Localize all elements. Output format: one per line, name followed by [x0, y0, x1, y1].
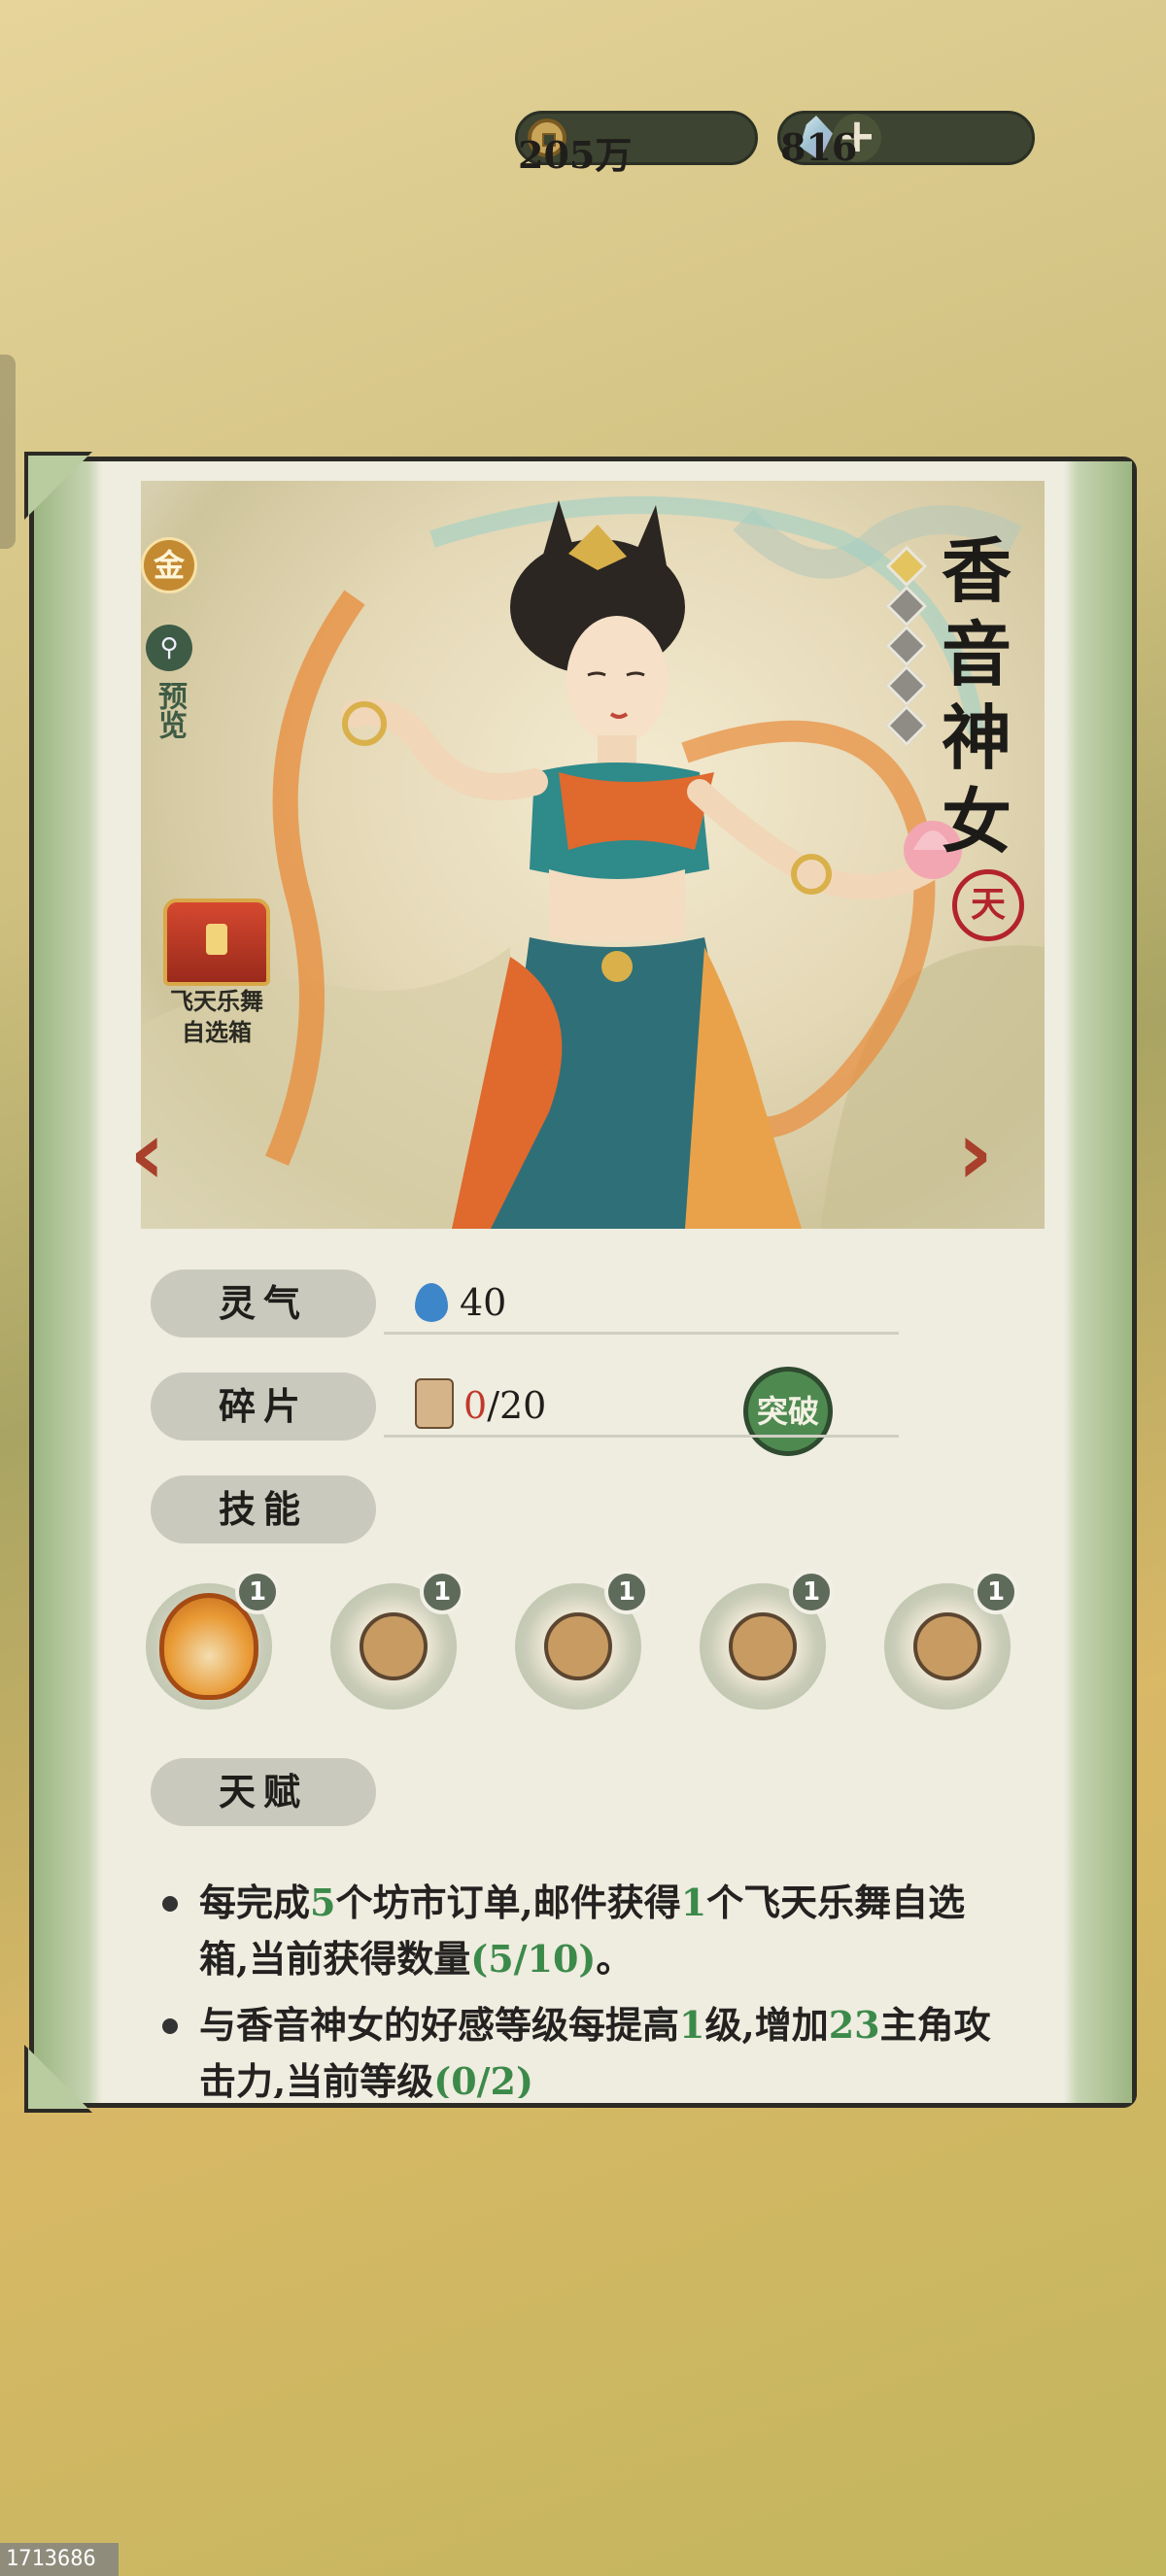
chest-icon — [163, 898, 270, 986]
star-rating — [885, 541, 928, 751]
skill-slot[interactable]: 1 — [884, 1570, 1018, 1710]
star-icon — [885, 704, 928, 747]
skill-slot[interactable]: 1 — [330, 1570, 464, 1710]
gem-amount: 816 — [780, 125, 858, 169]
skill-cat-icon — [913, 1612, 981, 1680]
star-icon — [885, 664, 928, 707]
preview-label: 预览 — [153, 681, 187, 739]
star-icon — [885, 625, 928, 667]
skill-slot[interactable]: 1 — [700, 1570, 834, 1710]
next-character-arrow[interactable]: › — [957, 1102, 993, 1204]
skill-basket-icon — [544, 1612, 612, 1680]
skill-bun-icon — [729, 1612, 797, 1680]
breakthrough-button[interactable]: 突破 — [743, 1367, 833, 1456]
talent-text: 每完成 — [199, 1881, 311, 1924]
row-divider — [384, 1435, 899, 1438]
talent-number: 1 — [679, 2003, 705, 2047]
talent-text: 个坊市订单,邮件获得 — [335, 1881, 681, 1924]
magnifier-icon: ⚲ — [146, 625, 192, 671]
talent-number: (5/10) — [470, 1937, 597, 1981]
skill-level-badge: 1 — [604, 1570, 649, 1614]
selection-chest-button[interactable]: 飞天乐舞 自选箱 — [139, 898, 294, 1048]
skill-slot[interactable]: 1 — [146, 1570, 280, 1710]
fragment-current: 0 — [463, 1384, 488, 1427]
talent-paragraph: 与香音神女的好感等级每提高1级,增加23主角攻击力,当前等级(0/2) — [151, 1997, 996, 2098]
rarity-badge: 金 — [141, 537, 197, 593]
water-drop-icon — [415, 1283, 448, 1322]
skill-level-badge: 1 — [974, 1570, 1018, 1614]
talent-text: 级,增加 — [704, 2003, 829, 2047]
talent-number: 1 — [680, 1881, 707, 1924]
fragment-row: 碎片 0/20 突破 — [151, 1367, 957, 1456]
preview-button[interactable]: ⚲ 预览 — [143, 625, 195, 747]
talent-label: 天赋 — [151, 1758, 376, 1826]
skill-level-badge: 1 — [420, 1570, 464, 1614]
gem-counter: 816 + — [777, 111, 1035, 169]
star-icon — [885, 545, 928, 588]
side-drawer-tab[interactable] — [0, 355, 16, 549]
scroll-edge-right — [1064, 461, 1132, 2103]
bullet — [162, 2018, 178, 2034]
prev-character-arrow[interactable]: ‹ — [129, 1102, 165, 1204]
talent-text: 与香音神女的好感等级每提高 — [199, 2003, 680, 2047]
fragment-count: 0/20 — [463, 1384, 546, 1427]
talent-row: 天赋 — [151, 1758, 957, 1826]
talent-text: 。 — [596, 1937, 634, 1981]
skill-slot[interactable]: 1 — [515, 1570, 649, 1710]
skills-row: 技能 — [151, 1475, 957, 1543]
row-divider — [384, 1332, 899, 1335]
skill-level-badge: 1 — [789, 1570, 834, 1614]
talent-number: 5 — [310, 1881, 336, 1924]
fragment-icon — [415, 1378, 454, 1429]
character-name: 香音神女 — [941, 529, 1012, 863]
fragment-label: 碎片 — [151, 1373, 376, 1441]
lingqi-row: 灵气 40 — [151, 1270, 957, 1338]
chest-label-line1: 飞天乐舞 — [170, 987, 263, 1015]
skills-label: 技能 — [151, 1475, 376, 1543]
bullet — [162, 1896, 178, 1912]
talent-number: 23 — [828, 2003, 880, 2047]
character-card: 金 ⚲ 预览 飞天乐舞 自选箱 香音神女 天 ‹ › 灵气 40 碎片 0/20… — [24, 452, 1137, 2113]
talent-number: (0/2) — [433, 2059, 533, 2098]
lingqi-value: 40 — [460, 1281, 507, 1324]
lingqi-label: 灵气 — [151, 1270, 376, 1338]
skill-dish-icon — [360, 1612, 428, 1680]
fragment-total: /20 — [487, 1384, 547, 1427]
star-icon — [885, 585, 928, 627]
chest-label-line2: 自选箱 — [182, 1018, 252, 1046]
talent-paragraph: 每完成5个坊市订单,邮件获得1个飞天乐舞自选箱,当前获得数量(5/10)。 — [151, 1875, 996, 1987]
coin-counter: 205万 — [515, 111, 758, 177]
scroll-edge-left — [34, 461, 102, 2103]
skill-level-badge: 1 — [235, 1570, 280, 1614]
tier-seal: 天 — [952, 869, 1024, 941]
talent-description: 每完成5个坊市订单,邮件获得1个飞天乐舞自选箱,当前获得数量(5/10)。 与香… — [151, 1875, 996, 2098]
skill-list: 1 1 1 1 1 — [146, 1570, 1079, 1729]
coin-amount: 205万 — [518, 133, 633, 177]
screenshot-id: 1713686 — [0, 2543, 119, 2576]
